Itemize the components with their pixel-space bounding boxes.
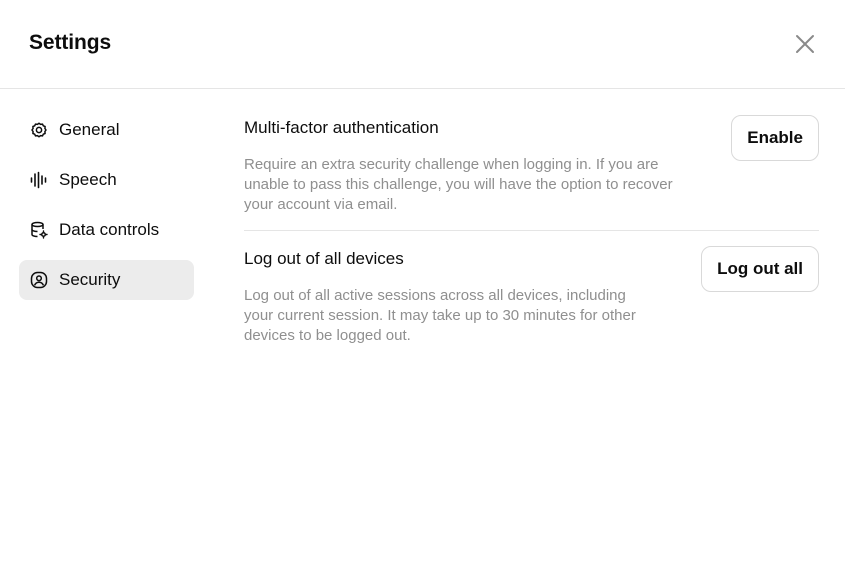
sidebar-item-label: General [59, 120, 120, 139]
mfa-title: Multi-factor authentication [244, 118, 439, 137]
shield-user-icon [30, 271, 48, 289]
sidebar-item-data-controls[interactable]: Data controls [19, 210, 194, 250]
dialog-title: Settings [29, 31, 112, 54]
logout-all-description: Log out of all active sessions across al… [244, 287, 636, 344]
logout-all-button[interactable]: Log out all [701, 246, 819, 292]
dialog-header: Settings [0, 0, 845, 89]
settings-sidebar: General Speech Data controls Security [19, 110, 194, 310]
enable-mfa-button[interactable]: Enable [731, 115, 819, 161]
close-button[interactable] [791, 30, 819, 58]
logout-all-title: Log out of all devices [244, 249, 404, 268]
sidebar-item-label: Data controls [59, 220, 160, 239]
gear-icon [30, 121, 48, 139]
sidebar-item-label: Security [59, 270, 121, 289]
database-gear-icon [30, 221, 48, 239]
mfa-description: Require an extra security challenge when… [244, 156, 673, 213]
security-panel: Multi-factor authentication Require an e… [244, 112, 819, 344]
waveform-icon [30, 171, 48, 189]
sidebar-item-speech[interactable]: Speech [19, 160, 194, 200]
sidebar-item-general[interactable]: General [19, 110, 194, 150]
mfa-row: Multi-factor authentication Require an e… [244, 112, 819, 231]
close-icon [796, 35, 814, 53]
sidebar-item-security[interactable]: Security [19, 260, 194, 300]
settings-dialog: Settings General Speech Data controls Se… [0, 0, 845, 564]
sidebar-item-label: Speech [59, 170, 117, 189]
